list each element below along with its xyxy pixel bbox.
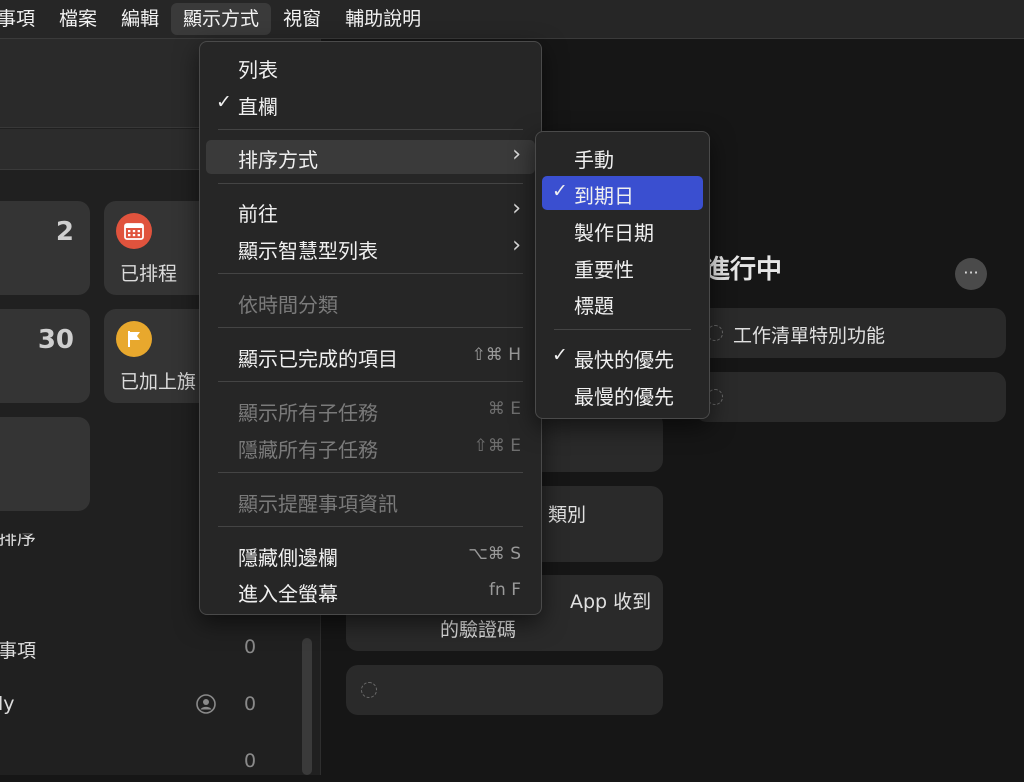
shared-person-icon: [196, 694, 216, 719]
smart-list-tile-all[interactable]: 30: [0, 309, 90, 403]
reminder-text: 工作清單特別功能: [733, 325, 886, 347]
checkmark-icon: ✓: [216, 91, 232, 113]
menu-file[interactable]: 檔案: [47, 0, 109, 38]
sort-item-creation-date[interactable]: 製作日期: [542, 213, 703, 247]
menu-item-enter-fullscreen[interactable]: 進入全螢幕 fn F: [206, 574, 535, 608]
tile-count: 2: [55, 217, 74, 247]
smart-list-tile-completed[interactable]: [0, 417, 90, 511]
column-title: 進行中: [704, 255, 783, 285]
calendar-icon: [116, 213, 152, 249]
sort-item-due-date[interactable]: ✓ 到期日: [542, 176, 703, 210]
sort-item-ascending[interactable]: ✓ 最快的優先: [542, 340, 703, 374]
chevron-right-icon: ›: [512, 233, 521, 258]
reminder-text: App 收到: [570, 591, 652, 613]
menu-item-sort-by[interactable]: 排序方式 ›: [206, 140, 535, 174]
sort-item-manual[interactable]: 手動: [542, 140, 703, 174]
reminder-card[interactable]: [346, 665, 663, 715]
shortcut-label: ⇧⌘ H: [471, 345, 521, 365]
checkmark-icon: ✓: [552, 344, 568, 366]
tile-label: 已排程: [120, 263, 178, 285]
menu-edit[interactable]: 編輯: [109, 0, 171, 38]
menu-bar: 醒事項 檔案 編輯 顯示方式 視窗 輔助說明: [0, 0, 1024, 39]
list-count: 0: [244, 750, 257, 772]
shortcut-label: ⇧⌘ E: [473, 436, 521, 456]
menu-separator: [218, 183, 523, 184]
chevron-right-icon: ›: [512, 196, 521, 221]
shortcut-label: ⌘ E: [487, 399, 521, 419]
view-menu: 列表 ✓ 直欄 排序方式 › 前往 › 顯示智慧型列表 › 依時間分類 顯示已完…: [199, 41, 542, 615]
menu-separator: [218, 526, 523, 527]
menu-separator: [218, 472, 523, 473]
menu-item-show-all-subtasks[interactable]: 顯示所有子任務 ⌘ E: [206, 393, 535, 427]
chevron-right-icon: ›: [512, 142, 521, 167]
menu-reminders[interactable]: 醒事項: [0, 0, 47, 38]
menu-item-go-to[interactable]: 前往 ›: [206, 194, 535, 228]
sort-item-title[interactable]: 標題: [542, 286, 703, 320]
menu-item-hide-sidebar[interactable]: 隱藏側邊欄 ⌥⌘ S: [206, 538, 535, 572]
list-item[interactable]: 事項 0: [0, 628, 300, 668]
menu-view[interactable]: 顯示方式: [171, 3, 272, 35]
list-name: ly: [0, 693, 15, 715]
list-item[interactable]: 0: [0, 742, 300, 782]
menu-separator: [218, 273, 523, 274]
menu-item-hide-all-subtasks[interactable]: 隱藏所有子任務 ⇧⌘ E: [206, 430, 535, 464]
reminder-text: 的驗證碼: [440, 619, 517, 641]
reminder-card[interactable]: 工作清單特別功能: [695, 308, 1006, 358]
menu-window[interactable]: 視窗: [271, 0, 333, 38]
menu-separator: [218, 381, 523, 382]
menu-item-show-completed[interactable]: 顯示已完成的項目 ⇧⌘ H: [206, 339, 535, 373]
menu-item-columns[interactable]: ✓ 直欄: [206, 87, 535, 121]
tile-label: 已加上旗: [120, 371, 197, 393]
shortcut-label: ⌥⌘ S: [468, 544, 521, 564]
menu-item-show-reminder-info[interactable]: 顯示提醒事項資訊: [206, 484, 535, 518]
more-options-button[interactable]: ···: [955, 258, 987, 290]
reminder-card[interactable]: [695, 372, 1006, 422]
menu-separator: [554, 329, 691, 330]
list-item[interactable]: ly 0: [0, 685, 300, 725]
smart-list-tile-today[interactable]: 2: [0, 201, 90, 295]
sort-submenu: 手動 ✓ 到期日 製作日期 重要性 標題 ✓ 最快的優先 最慢的優先: [535, 131, 710, 419]
reminder-text: 類別: [548, 504, 587, 526]
flag-icon: [116, 321, 152, 357]
menu-item-group-by-time[interactable]: 依時間分類: [206, 285, 535, 319]
list-count: 0: [244, 693, 257, 715]
list-name: 事項: [0, 640, 37, 662]
sidebar-scrollbar[interactable]: [302, 638, 312, 775]
checkbox-circle-icon[interactable]: [361, 682, 377, 698]
menu-separator: [218, 129, 523, 130]
shortcut-label: fn F: [489, 580, 521, 600]
menu-item-list[interactable]: 列表: [206, 50, 535, 84]
menu-help[interactable]: 輔助說明: [333, 0, 433, 38]
sort-item-priority[interactable]: 重要性: [542, 250, 703, 284]
tile-count: 30: [37, 325, 74, 355]
menu-separator: [218, 327, 523, 328]
menu-item-show-smart-lists[interactable]: 顯示智慧型列表 ›: [206, 231, 535, 265]
checkmark-icon: ✓: [552, 180, 568, 202]
list-count: 0: [244, 636, 257, 658]
sort-item-descending[interactable]: 最慢的優先: [542, 377, 703, 411]
